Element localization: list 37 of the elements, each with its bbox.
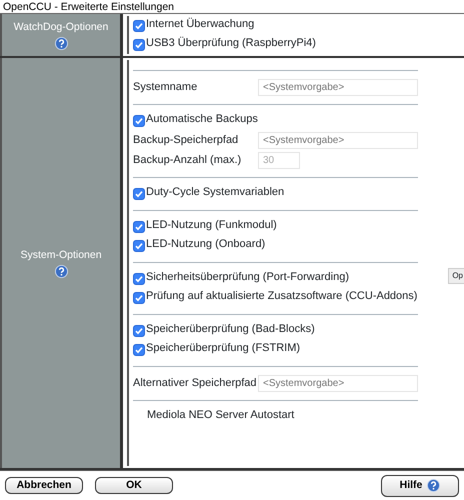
text-field[interactable]: <Systemvorgabe> xyxy=(258,78,418,96)
help-button[interactable]: Hilfe xyxy=(381,474,459,496)
text-field[interactable]: <Systemvorgabe> xyxy=(258,132,418,148)
checkbox[interactable] xyxy=(133,273,145,285)
help-icon[interactable] xyxy=(54,37,68,50)
checkbox-label: LED-Nutzung (Funkmodul) xyxy=(146,218,277,233)
checkbox[interactable] xyxy=(133,325,145,337)
ok-button[interactable]: OK xyxy=(95,477,173,494)
checkbox-label: Internet Überwachung xyxy=(146,16,254,32)
checkbox[interactable] xyxy=(133,221,145,233)
checkbox-label: Speicherüberprüfung (FSTRIM) xyxy=(146,341,300,356)
checkbox[interactable] xyxy=(133,115,145,127)
field-label: Alternativer Speicherpfad xyxy=(133,376,258,391)
checkbox[interactable] xyxy=(133,240,145,252)
checkbox[interactable] xyxy=(133,344,145,356)
text-field[interactable]: <Systemvorgabe> xyxy=(258,374,418,392)
checkbox-label: Prüfung auf aktualisierte Zusatzsoftware (CCU-Addons) xyxy=(146,289,418,304)
section-label: WatchDog-Optionen xyxy=(14,20,108,35)
help-icon xyxy=(427,479,440,492)
option-label: Mediola NEO Server Autostart xyxy=(146,408,294,423)
checkbox[interactable] xyxy=(133,20,145,32)
checkbox[interactable] xyxy=(133,39,145,51)
checkbox-label: Sicherheitsüberprüfung (Port-Forwarding) xyxy=(146,270,349,285)
checkbox-label: LED-Nutzung (Onboard) xyxy=(146,237,266,252)
checkbox-label: USB3 Überprüfung (RaspberryPi4) xyxy=(146,36,316,51)
side-tab[interactable]: Op xyxy=(448,268,464,284)
field-label: Backup-Speicherpfad xyxy=(133,132,240,148)
checkbox[interactable] xyxy=(133,292,145,304)
cancel-button[interactable]: Abbrechen xyxy=(5,477,83,494)
help-icon[interactable] xyxy=(54,265,68,278)
field-label: Backup-Anzahl (max.) xyxy=(133,152,242,168)
section-label: System-Optionen xyxy=(20,248,102,263)
checkbox-label: Automatische Backups xyxy=(146,112,258,127)
checkbox-label: Speicherüberprüfung (Bad-Blocks) xyxy=(146,322,315,337)
field-label: Systemname xyxy=(133,80,198,95)
checkbox-label: Duty-Cycle Systemvariablen xyxy=(146,185,284,200)
checkbox[interactable] xyxy=(133,188,145,200)
